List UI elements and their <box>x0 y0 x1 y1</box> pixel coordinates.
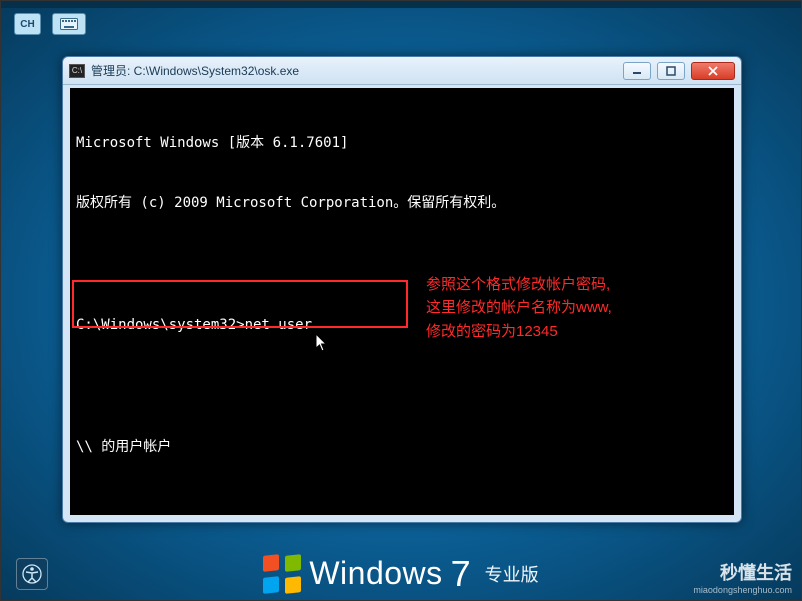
terminal-line: 版权所有 (c) 2009 Microsoft Corporation。保留所有… <box>76 193 728 213</box>
cmd-icon: C:\ <box>69 64 85 78</box>
cmd-window: C:\ 管理员: C:\Windows\System32\osk.exe Mic… <box>62 56 742 523</box>
maximize-button[interactable] <box>657 62 685 80</box>
lang-mode-label: CH <box>20 19 34 30</box>
close-button[interactable] <box>691 62 735 80</box>
terminal-line <box>76 498 728 515</box>
watermark-title: 秒懂生活 <box>693 559 792 585</box>
brand-seven: 7 <box>451 553 471 595</box>
lang-mode-indicator[interactable]: CH <box>14 13 41 35</box>
windows-flag-icon <box>263 555 301 593</box>
ease-of-access-button[interactable] <box>16 558 48 590</box>
terminal-line: Microsoft Windows [版本 6.1.7601] <box>76 133 728 153</box>
annotation-text: 参照这个格式修改帐户密码, 这里修改的帐户名称为www, 修改的密码为12345 <box>426 273 612 343</box>
windows7-logo: Windows 7 专业版 <box>263 553 538 595</box>
brand-edition: 专业版 <box>485 561 539 587</box>
window-title: 管理员: C:\Windows\System32\osk.exe <box>91 62 617 79</box>
terminal-output[interactable]: Microsoft Windows [版本 6.1.7601] 版权所有 (c)… <box>70 88 734 515</box>
watermark-url: miaodongshenghuo.com <box>693 585 792 595</box>
keyboard-icon[interactable] <box>52 13 86 35</box>
terminal-line <box>76 376 728 396</box>
mouse-cursor-icon <box>316 334 328 352</box>
terminal-line: \\ 的用户帐户 <box>76 437 728 457</box>
titlebar[interactable]: C:\ 管理员: C:\Windows\System32\osk.exe <box>63 57 741 85</box>
bottom-bar: Windows 7 专业版 <box>0 546 802 601</box>
watermark: 秒懂生活 miaodongshenghuo.com <box>693 559 792 595</box>
brand-text: Windows <box>309 555 442 592</box>
terminal-line: C:\Windows\system32>net user <box>76 315 728 335</box>
minimize-button[interactable] <box>623 62 651 80</box>
terminal-line <box>76 254 728 274</box>
